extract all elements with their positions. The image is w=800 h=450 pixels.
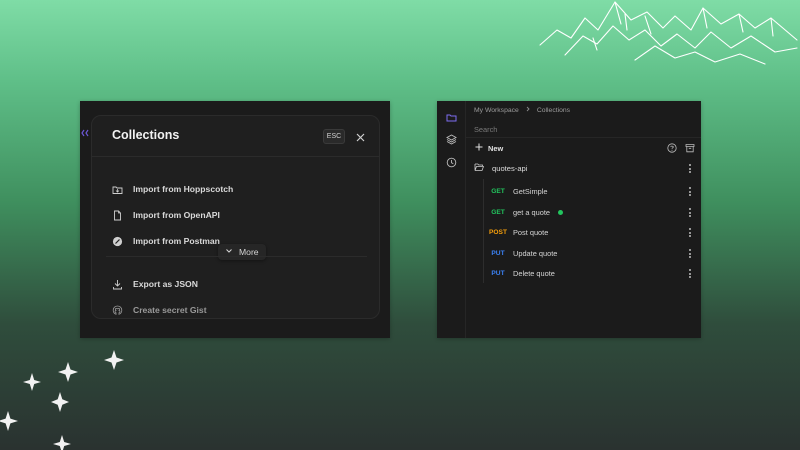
request-row[interactable]: GET get a quote [484,204,701,220]
plus-icon [475,143,483,153]
method-badge: PUT [491,249,505,257]
collection-name: quotes-api [492,163,528,173]
breadcrumb-workspace[interactable]: My Workspace [474,107,519,114]
new-row-actions [667,143,695,155]
close-icon[interactable] [355,130,366,142]
request-row[interactable]: PUT Delete quote [484,265,701,281]
request-row[interactable]: PUT Update quote [484,245,701,261]
help-icon[interactable] [667,143,677,155]
sidebar-peek-icon [81,128,91,140]
search-input[interactable]: Search [466,121,701,138]
esc-shortcut-badge: ESC [323,129,345,144]
item-label: Create secret Gist [133,305,207,315]
request-name: Update quote [513,248,558,258]
new-label: New [488,143,504,153]
breadcrumb: My Workspace Collections [474,106,570,114]
method-badge: POST [489,228,507,236]
github-icon [112,305,123,316]
request-name: Delete quote [513,268,555,278]
more-vert-icon[interactable] [689,249,692,258]
import-hoppscotch-item[interactable]: Import from Hoppscotch [112,180,233,198]
folder-import-icon [112,184,123,195]
method-badge: PUT [491,269,505,277]
request-name: get a quote [513,207,550,217]
file-icon [112,210,123,221]
more-button[interactable]: More [218,244,266,260]
request-row[interactable]: GET GetSimple [484,183,701,199]
folder-icon[interactable] [446,110,457,122]
request-name: Post quote [513,227,549,237]
import-collections-panel: Collections ESC Import from Hoppscotch I… [80,101,390,338]
postman-icon [112,236,123,247]
download-icon [112,279,123,290]
export-json-item[interactable]: Export as JSON [112,275,198,293]
mountains-illustration [539,1,798,65]
modal-header-divider [92,156,379,157]
icon-rail [437,101,466,338]
request-name: GetSimple [513,186,548,196]
method-badge: GET [491,208,505,216]
more-vert-icon[interactable] [689,228,692,237]
collections-sidebar-panel: My Workspace Collections Search New quot… [437,101,701,338]
more-vert-icon[interactable] [689,164,692,173]
more-vert-icon[interactable] [689,187,692,196]
import-openapi-item[interactable]: Import from OpenAPI [112,206,220,224]
active-request-indicator [558,209,563,215]
request-row[interactable]: POST Post quote [484,224,701,240]
layers-icon[interactable] [446,132,457,145]
collections-modal: Collections ESC Import from Hoppscotch I… [91,115,380,319]
collection-row[interactable]: quotes-api [466,160,701,176]
item-label: Import from Postman [133,236,220,246]
create-gist-item[interactable]: Create secret Gist [112,301,207,319]
modal-section-divider [106,256,367,257]
history-icon[interactable] [446,155,457,168]
breadcrumb-collections[interactable]: Collections [537,107,570,114]
new-collection-button[interactable]: New [466,140,701,156]
item-label: Export as JSON [133,279,198,289]
method-badge: GET [491,187,505,195]
item-label: Import from Hoppscotch [133,184,234,194]
item-label: Import from OpenAPI [133,210,220,220]
sparkles-decoration [0,350,124,450]
modal-title: Collections [112,128,180,142]
folder-open-icon [474,162,485,174]
search-placeholder: Search [474,124,498,134]
more-vert-icon[interactable] [689,269,692,278]
archive-icon[interactable] [685,143,695,155]
chevron-right-icon [525,106,531,114]
import-postman-item[interactable]: Import from Postman [112,232,220,250]
more-vert-icon[interactable] [689,208,692,217]
